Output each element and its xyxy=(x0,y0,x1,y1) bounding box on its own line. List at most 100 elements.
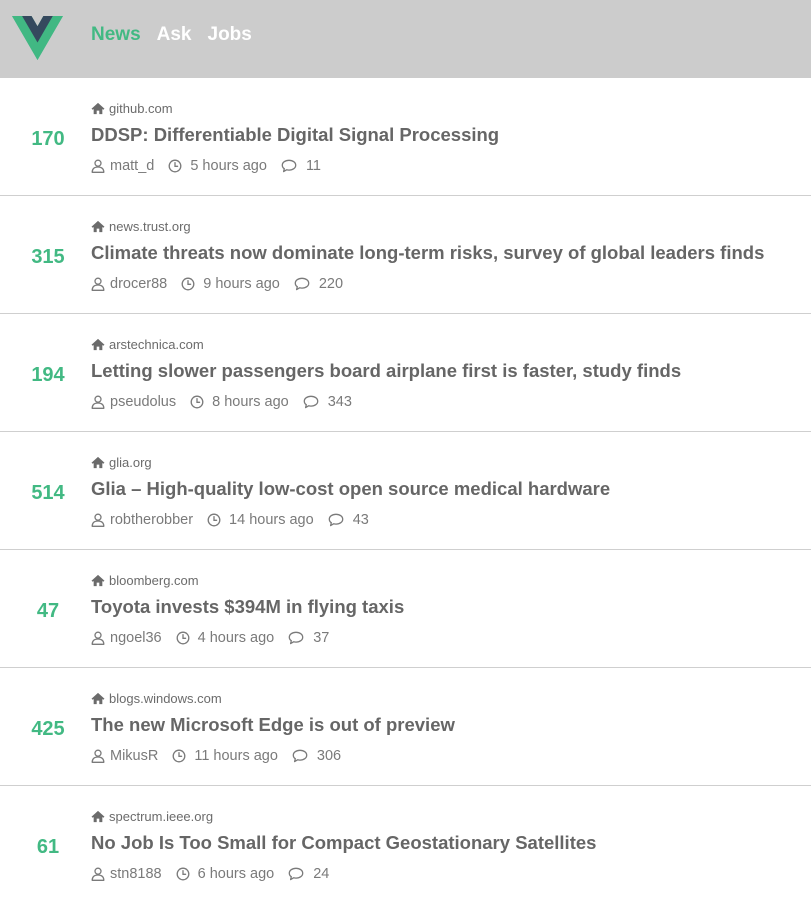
story-time: 11 hours ago xyxy=(172,748,278,764)
story-item: 194 arstechnica.com Letting slower passe… xyxy=(0,314,811,432)
story-time-text: 8 hours ago xyxy=(212,394,289,410)
story-author-name: drocer88 xyxy=(110,276,168,292)
home-icon xyxy=(91,456,105,469)
story-item: 425 blogs.windows.com The new Microsoft … xyxy=(0,668,811,786)
story-author[interactable]: MikusR xyxy=(91,748,158,764)
story-meta: MikusR 11 hours ago 306 xyxy=(91,748,355,764)
story-score: 514 xyxy=(31,482,65,504)
home-icon xyxy=(91,692,105,705)
user-icon xyxy=(91,631,105,645)
user-icon xyxy=(91,395,105,409)
story-time: 5 hours ago xyxy=(168,158,267,174)
story-title-link[interactable]: Toyota invests $394M in flying taxis xyxy=(91,596,404,618)
user-icon xyxy=(91,513,105,527)
story-author-name: ngoel36 xyxy=(110,630,162,646)
story-title-link[interactable]: The new Microsoft Edge is out of preview xyxy=(91,714,455,736)
story-comment-count: 220 xyxy=(318,276,344,292)
story-score: 315 xyxy=(31,246,65,268)
comment-icon xyxy=(292,749,308,763)
story-title-link[interactable]: Glia – High-quality low-cost open source… xyxy=(91,478,610,500)
user-icon xyxy=(91,277,105,291)
story-comments[interactable]: 220 xyxy=(294,276,343,292)
clock-icon xyxy=(176,631,190,645)
story-time-text: 5 hours ago xyxy=(190,158,267,174)
story-meta: stn8188 6 hours ago 24 xyxy=(91,866,343,882)
vue-logo-icon[interactable] xyxy=(12,16,63,60)
story-author-name: MikusR xyxy=(110,748,159,764)
story-meta: drocer88 9 hours ago 220 xyxy=(91,276,357,292)
story-domain: news.trust.org xyxy=(91,219,191,234)
story-time: 9 hours ago xyxy=(181,276,280,292)
story-domain-text: news.trust.org xyxy=(109,219,191,234)
home-icon xyxy=(91,220,105,233)
story-author[interactable]: stn8188 xyxy=(91,866,162,882)
story-time-text: 6 hours ago xyxy=(197,866,275,882)
comment-icon xyxy=(294,277,310,291)
story-time: 6 hours ago xyxy=(176,866,275,882)
story-time-text: 4 hours ago xyxy=(197,630,275,646)
story-list: 170 github.com DDSP: Differentiable Digi… xyxy=(0,78,811,902)
story-time-text: 14 hours ago xyxy=(229,512,314,528)
story-comment-count: 37 xyxy=(313,630,330,646)
story-item: 61 spectrum.ieee.org No Job Is Too Small… xyxy=(0,786,811,902)
story-time: 4 hours ago xyxy=(176,630,275,646)
story-author[interactable]: matt_d xyxy=(91,158,154,174)
story-domain: bloomberg.com xyxy=(91,573,199,588)
story-domain: github.com xyxy=(91,101,173,116)
story-comments[interactable]: 37 xyxy=(288,630,329,646)
story-title-link[interactable]: DDSP: Differentiable Digital Signal Proc… xyxy=(91,124,499,146)
story-score: 425 xyxy=(31,718,65,740)
story-comments[interactable]: 24 xyxy=(288,866,329,882)
main-nav: News Ask Jobs xyxy=(91,24,268,46)
story-score: 47 xyxy=(36,600,60,622)
story-comment-count: 306 xyxy=(316,748,342,764)
story-domain: arstechnica.com xyxy=(91,337,204,352)
home-icon xyxy=(91,810,105,823)
story-meta: matt_d 5 hours ago 11 xyxy=(91,158,335,174)
clock-icon xyxy=(172,749,186,763)
story-time: 14 hours ago xyxy=(207,512,314,528)
story-author[interactable]: drocer88 xyxy=(91,276,167,292)
story-domain-text: blogs.windows.com xyxy=(109,691,222,706)
story-comments[interactable]: 43 xyxy=(328,512,369,528)
story-title-link[interactable]: Climate threats now dominate long-term r… xyxy=(91,242,764,264)
story-author-name: stn8188 xyxy=(110,866,162,882)
story-item: 47 bloomberg.com Toyota invests $394M in… xyxy=(0,550,811,668)
story-domain-text: spectrum.ieee.org xyxy=(109,809,214,824)
nav-jobs-link[interactable]: Jobs xyxy=(208,24,252,46)
home-icon xyxy=(91,102,105,115)
comment-icon xyxy=(288,631,304,645)
story-item: 315 news.trust.org Climate threats now d… xyxy=(0,196,811,314)
story-meta: ngoel36 4 hours ago 37 xyxy=(91,630,343,646)
story-author[interactable]: robtherobber xyxy=(91,512,193,528)
story-domain-text: bloomberg.com xyxy=(109,573,199,588)
story-comments[interactable]: 306 xyxy=(292,748,341,764)
clock-icon xyxy=(207,513,221,527)
story-domain: blogs.windows.com xyxy=(91,691,222,706)
clock-icon xyxy=(181,277,195,291)
story-domain-text: arstechnica.com xyxy=(109,337,204,352)
story-score: 194 xyxy=(31,364,65,386)
user-icon xyxy=(91,749,105,763)
clock-icon xyxy=(176,867,190,881)
story-item: 514 glia.org Glia – High-quality low-cos… xyxy=(0,432,811,550)
story-domain: spectrum.ieee.org xyxy=(91,809,213,824)
clock-icon xyxy=(190,395,204,409)
story-author[interactable]: pseudolus xyxy=(91,394,176,410)
story-time-text: 9 hours ago xyxy=(203,276,280,292)
story-title-link[interactable]: Letting slower passengers board airplane… xyxy=(91,360,681,382)
nav-ask-link[interactable]: Ask xyxy=(157,24,192,46)
top-bar: News Ask Jobs xyxy=(0,0,811,78)
story-comment-count: 11 xyxy=(305,158,321,174)
story-comment-count: 43 xyxy=(352,512,369,528)
story-meta: robtherobber 14 hours ago 43 xyxy=(91,512,383,528)
story-author[interactable]: ngoel36 xyxy=(91,630,162,646)
story-title-link[interactable]: No Job Is Too Small for Compact Geostati… xyxy=(91,832,596,854)
nav-news-link[interactable]: News xyxy=(91,24,141,46)
story-time-text: 11 hours ago xyxy=(194,748,278,764)
story-score: 170 xyxy=(31,128,65,150)
story-time: 8 hours ago xyxy=(190,394,289,410)
story-comments[interactable]: 11 xyxy=(281,158,321,174)
story-domain-text: github.com xyxy=(109,101,173,116)
story-comments[interactable]: 343 xyxy=(303,394,352,410)
